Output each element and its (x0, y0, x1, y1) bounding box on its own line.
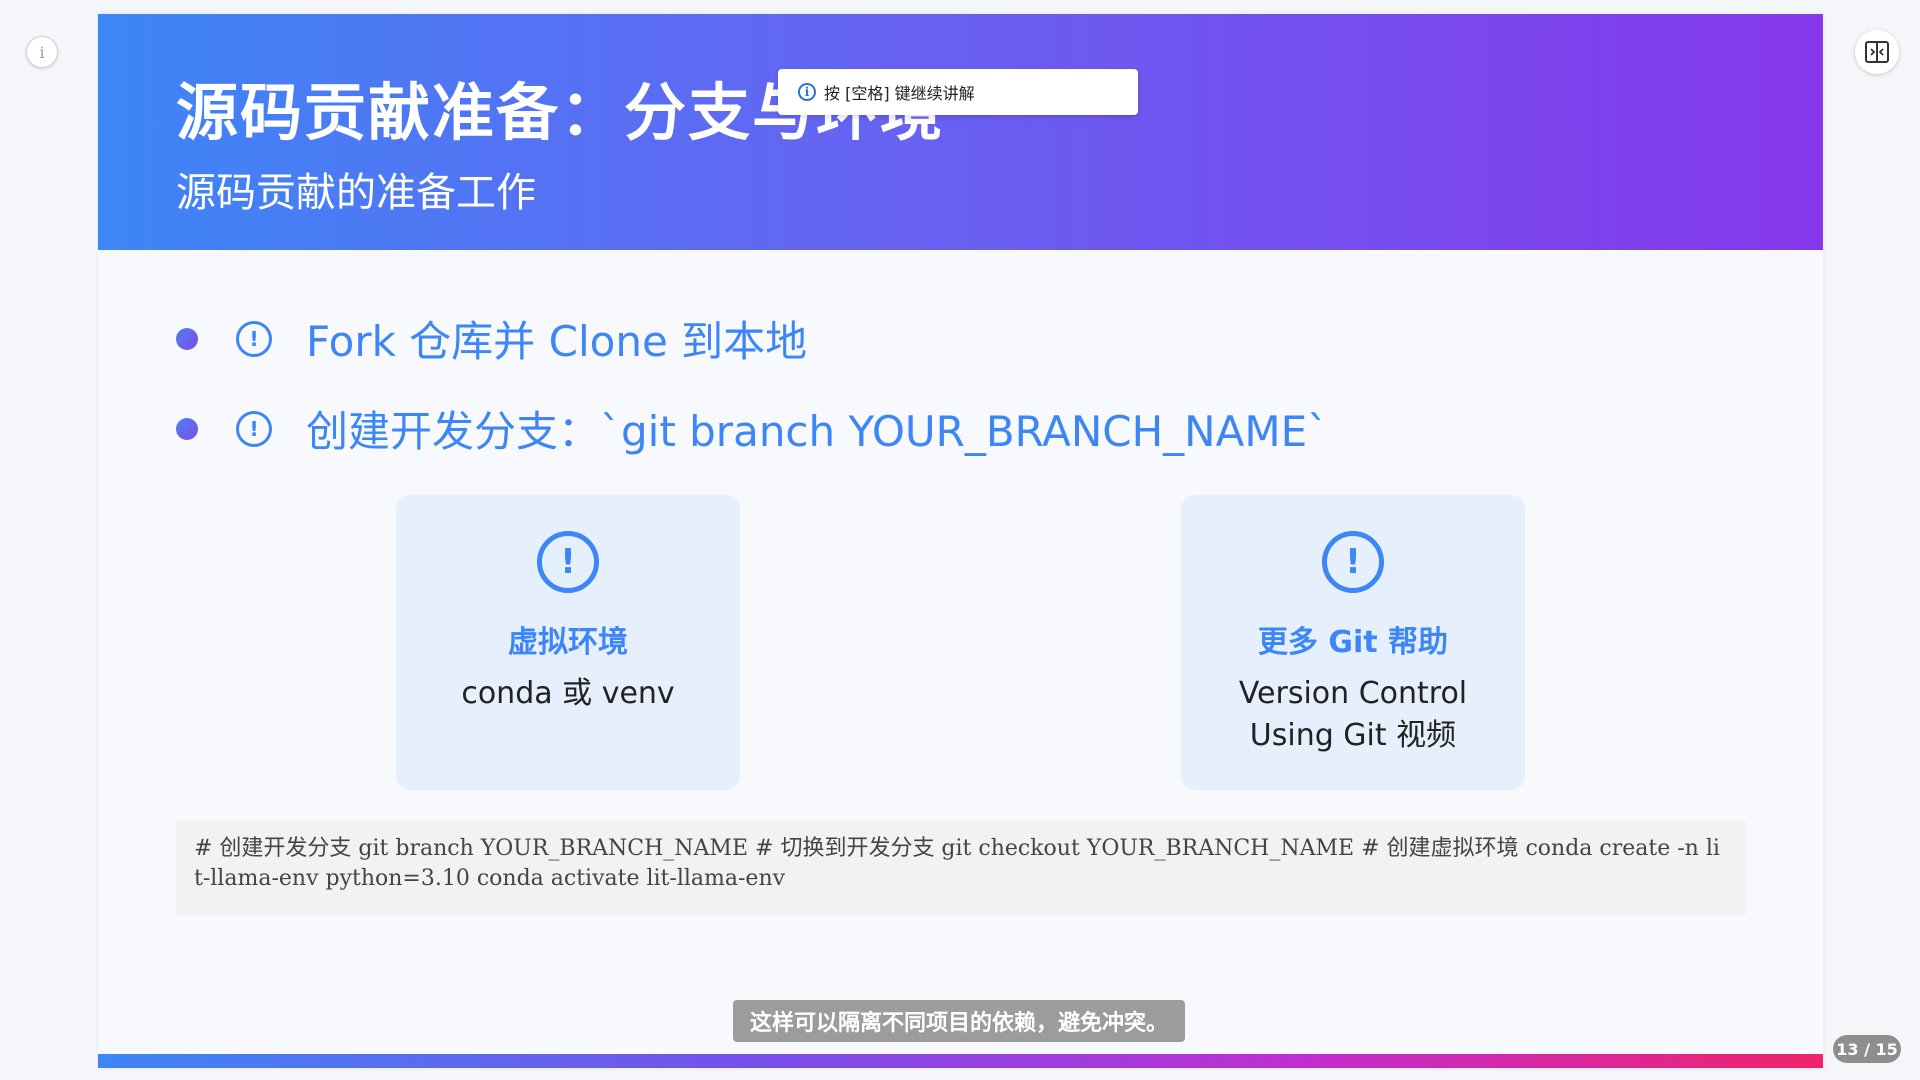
bullet-item: ! Fork 仓库并 Clone 到本地 (176, 308, 807, 369)
split-view-button[interactable] (1855, 30, 1899, 74)
split-view-icon (1865, 41, 1889, 63)
subtitle-caption: 这样可以隔离不同项目的依赖，避免冲突。 (733, 1000, 1185, 1042)
exclamation-circle-icon: ! (236, 410, 272, 447)
bullet-item: ! 创建开发分支：`git branch YOUR_BRANCH_NAME` (176, 398, 1328, 459)
bullet-dot (176, 417, 198, 440)
card-body: conda 或 venv (461, 673, 674, 715)
page-indicator: 13 / 15 (1833, 1035, 1901, 1063)
hint-tooltip: i 按 [空格] 键继续讲解 (778, 69, 1138, 115)
info-button[interactable]: i (26, 36, 58, 68)
bullet-text: 创建开发分支：`git branch YOUR_BRANCH_NAME` (306, 407, 1329, 456)
slide: 源码贡献准备：分支与环境 源码贡献的准备工作 i 按 [空格] 键继续讲解 ! … (98, 14, 1823, 1068)
card-title: 虚拟环境 (508, 625, 628, 660)
bullet-dot (176, 327, 198, 350)
card-body: Version Control Using Git 视频 (1239, 673, 1467, 757)
exclamation-circle-icon: ! (537, 531, 599, 593)
code-block: # 创建开发分支 git branch YOUR_BRANCH_NAME # 切… (176, 820, 1746, 916)
bullet-text: Fork 仓库并 Clone 到本地 (306, 317, 808, 366)
card-virtual-env: ! 虚拟环境 conda 或 venv (396, 495, 740, 790)
card-body-line: conda 或 venv (461, 676, 675, 711)
card-title: 更多 Git 帮助 (1257, 625, 1449, 660)
exclamation-circle-icon: ! (236, 320, 272, 357)
card-body-line: Using Git 视频 (1249, 718, 1457, 753)
card-git-help: ! 更多 Git 帮助 Version Control Using Git 视频 (1181, 495, 1525, 790)
card-body-line: Version Control (1238, 676, 1468, 711)
exclamation-circle-icon: ! (1322, 531, 1384, 593)
slide-header: 源码贡献准备：分支与环境 源码贡献的准备工作 (98, 14, 1823, 250)
info-icon: i (39, 42, 45, 62)
info-icon: i (798, 83, 816, 101)
hint-text: 按 [空格] 键继续讲解 (824, 84, 975, 103)
progress-bar (98, 1054, 1823, 1068)
slide-subtitle: 源码贡献的准备工作 (176, 170, 536, 216)
